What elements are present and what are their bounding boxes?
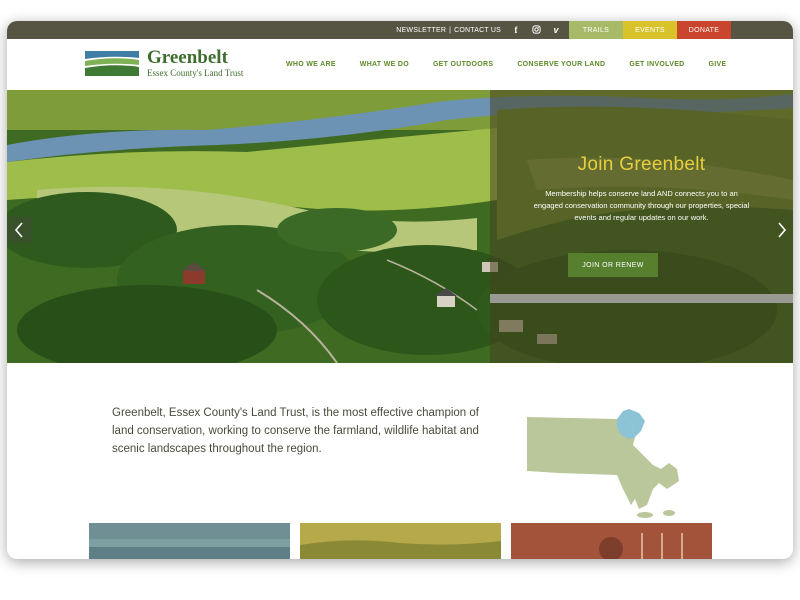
hero-text: Membership helps conserve land AND conne… — [533, 189, 750, 222]
feature-card-2[interactable] — [300, 523, 501, 559]
donate-button[interactable]: DONATE — [677, 21, 731, 39]
hero-overlay-panel — [490, 90, 793, 363]
utility-separator: | — [449, 26, 452, 34]
hero-slider: Join Greenbelt Membership helps conserve… — [7, 90, 793, 363]
hero-title: Join Greenbelt — [577, 154, 706, 175]
feature-card-1[interactable] — [89, 523, 290, 559]
vimeo-icon[interactable]: v — [551, 25, 561, 35]
contact-us-link[interactable]: CONTACT US — [454, 27, 501, 34]
brand-subtitle: Essex County's Land Trust — [147, 68, 244, 78]
greenbelt-logo-icon[interactable] — [85, 51, 139, 76]
utility-bar: NEWSLETTER | CONTACT US f v TRAILS EVENT… — [7, 21, 793, 39]
nav-item-get-involved[interactable]: GET INVOLVED — [629, 61, 684, 68]
massachusetts-map-icon[interactable] — [519, 409, 689, 529]
chevron-right-icon[interactable] — [771, 217, 793, 243]
main-nav: WHO WE ARE WHAT WE DO GET OUTDOORS CONSE… — [286, 39, 750, 90]
brand-title[interactable]: Greenbelt — [147, 48, 228, 68]
browser-frame: NEWSLETTER | CONTACT US f v TRAILS EVENT… — [7, 21, 793, 559]
facebook-icon[interactable]: f — [511, 25, 521, 35]
join-or-renew-button[interactable]: JOIN OR RENEW — [568, 253, 658, 277]
nav-item-conserve-your-land[interactable]: CONSERVE YOUR LAND — [517, 61, 605, 68]
nav-item-give[interactable]: GIVE — [709, 61, 727, 68]
chevron-left-icon[interactable] — [7, 217, 31, 243]
nav-item-who-we-are[interactable]: WHO WE ARE — [286, 61, 336, 68]
events-button[interactable]: EVENTS — [623, 21, 677, 39]
utility-links: NEWSLETTER | CONTACT US — [396, 21, 501, 39]
social-links: f v — [511, 21, 561, 39]
nav-item-what-we-do[interactable]: WHAT WE DO — [360, 61, 409, 68]
nav-item-get-outdoors[interactable]: GET OUTDOORS — [433, 61, 493, 68]
feature-card-3[interactable] — [511, 523, 712, 559]
hero-panel-strip — [490, 294, 793, 303]
trails-button[interactable]: TRAILS — [569, 21, 623, 39]
site-header: Greenbelt Essex County's Land Trust WHO … — [7, 39, 793, 90]
instagram-icon[interactable] — [531, 24, 541, 36]
newsletter-link[interactable]: NEWSLETTER — [396, 27, 446, 34]
intro-text: Greenbelt, Essex County's Land Trust, is… — [112, 407, 479, 455]
